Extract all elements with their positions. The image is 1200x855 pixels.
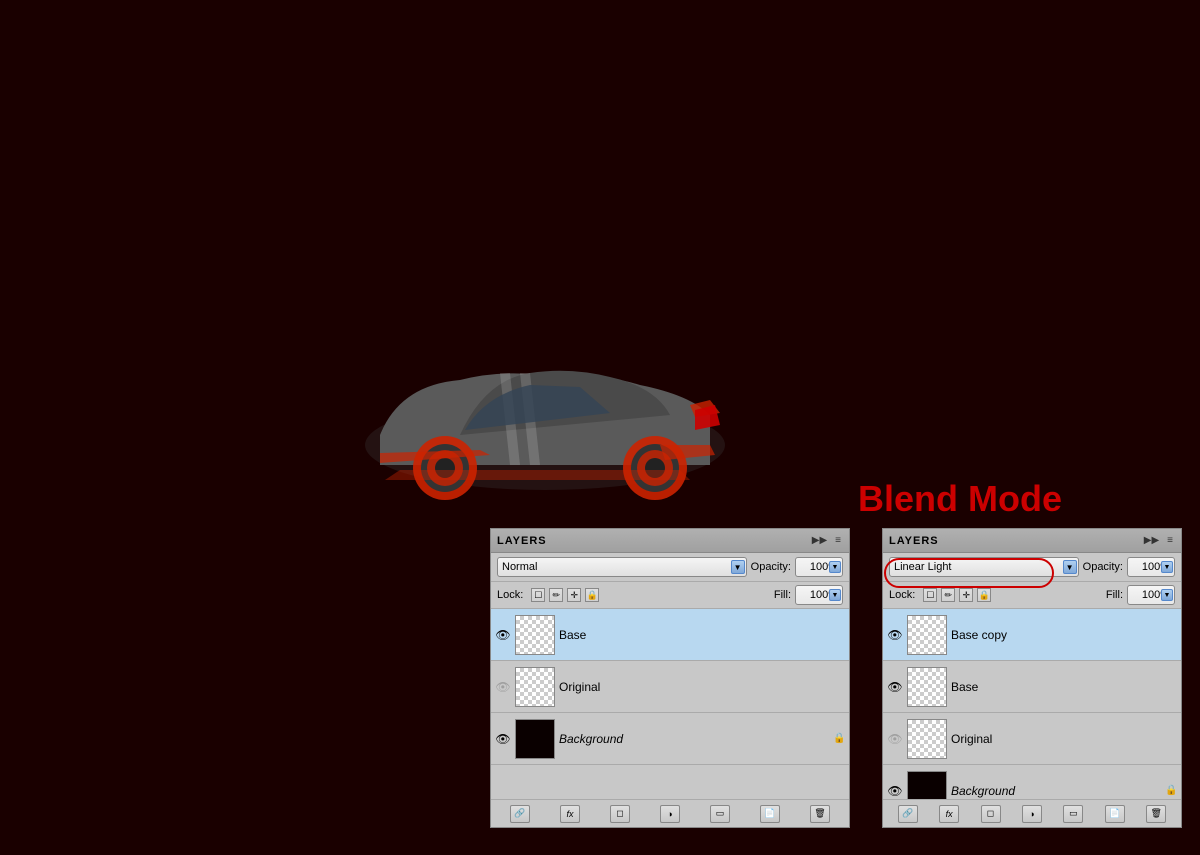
left-layer-original-name: Original [559, 680, 845, 694]
left-lock-all[interactable]: 🔒 [585, 588, 599, 602]
right-layer-original-eye[interactable]: 👁 [887, 731, 903, 747]
right-panel-header: LAYERS ▶▶ ≡ [883, 529, 1181, 553]
left-lock-move[interactable]: ✛ [567, 588, 581, 602]
right-layer-base-copy[interactable]: 👁 Base copy [883, 609, 1181, 661]
left-opacity-wrapper[interactable]: ▼ [795, 557, 843, 577]
right-fill-wrapper[interactable]: ▼ [1127, 585, 1175, 605]
left-toolbar-mask[interactable]: ◻ [610, 805, 630, 823]
left-toolbar-fx[interactable]: fx [560, 805, 580, 823]
left-toolbar-link[interactable]: 🔗 [510, 805, 530, 823]
right-layer-original-thumb [907, 719, 947, 759]
right-lock-all[interactable]: 🔒 [977, 588, 991, 602]
right-lock-transparency[interactable]: ☐ [923, 588, 937, 602]
left-layer-background-lock: 🔒 [833, 733, 845, 745]
right-layer-base-eye[interactable]: 👁 [887, 679, 903, 695]
left-layer-background[interactable]: 👁 Background 🔒 [491, 713, 849, 765]
right-panel-menu-btn[interactable]: ≡ [1165, 535, 1175, 546]
left-toolbar-adjustment[interactable]: ◑ [660, 805, 680, 823]
right-fill-label: Fill: [1106, 589, 1123, 601]
left-opacity-label: Opacity: [751, 561, 791, 573]
left-panel-header-controls: ▶▶ ≡ [810, 535, 843, 546]
left-toolbar-new[interactable]: 📄 [760, 805, 780, 823]
left-lock-row: Lock: ☐ ✏ ✛ 🔒 Fill: ▼ [491, 582, 849, 609]
right-toolbar-mask[interactable]: ◻ [981, 805, 1001, 823]
right-toolbar-link[interactable]: 🔗 [898, 805, 918, 823]
right-layers-list: 👁 Base copy 👁 Base 👁 Origina [883, 609, 1181, 817]
car-image [300, 305, 790, 515]
right-layer-base-thumb [907, 667, 947, 707]
right-lock-paint[interactable]: ✏ [941, 588, 955, 602]
left-blend-row: Normal Multiply Screen Overlay Linear Li… [491, 553, 849, 582]
left-panel-toolbar: 🔗 fx ◻ ◑ ▭ 📄 🗑 [491, 799, 849, 827]
right-panel-expand-btn[interactable]: ▶▶ [1142, 535, 1161, 546]
right-fill-input[interactable] [1127, 585, 1175, 605]
right-opacity-label: Opacity: [1083, 561, 1123, 573]
right-layer-background-name: Background [951, 784, 1161, 798]
right-opacity-wrapper[interactable]: ▼ [1127, 557, 1175, 577]
left-layer-background-thumb [515, 719, 555, 759]
left-blend-mode-select[interactable]: Normal Multiply Screen Overlay Linear Li… [497, 557, 747, 577]
right-opacity-input[interactable] [1127, 557, 1175, 577]
right-toolbar-fx[interactable]: fx [939, 805, 959, 823]
left-panel-header: LAYERS ▶▶ ≡ [491, 529, 849, 553]
right-layer-base-copy-thumb [907, 615, 947, 655]
right-toolbar-adjustment[interactable]: ◑ [1022, 805, 1042, 823]
right-layer-base-copy-name: Base copy [951, 628, 1177, 642]
left-panel-title: LAYERS [497, 535, 547, 547]
right-layer-original-name: Original [951, 732, 1177, 746]
left-layer-original-thumb [515, 667, 555, 707]
left-layer-base-thumb [515, 615, 555, 655]
left-lock-label: Lock: [497, 589, 523, 601]
left-panel-menu-btn[interactable]: ≡ [833, 535, 843, 546]
left-layers-panel: LAYERS ▶▶ ≡ Normal Multiply Screen Overl… [490, 528, 850, 828]
left-layer-original-eye[interactable]: 👁 [495, 679, 511, 695]
left-toolbar-delete[interactable]: 🗑 [810, 805, 830, 823]
right-lock-label: Lock: [889, 589, 915, 601]
right-layer-background-lock: 🔒 [1165, 785, 1177, 797]
left-fill-wrapper[interactable]: ▼ [795, 585, 843, 605]
right-toolbar-delete[interactable]: 🗑 [1146, 805, 1166, 823]
right-lock-move[interactable]: ✛ [959, 588, 973, 602]
right-panel-header-controls: ▶▶ ≡ [1142, 535, 1175, 546]
right-layers-panel: LAYERS ▶▶ ≡ Normal Multiply Screen Overl… [882, 528, 1182, 828]
right-layer-background-eye[interactable]: 👁 [887, 783, 903, 799]
left-fill-input[interactable] [795, 585, 843, 605]
left-fill-label: Fill: [774, 589, 791, 601]
left-layer-background-eye[interactable]: 👁 [495, 731, 511, 747]
right-layer-base-copy-eye[interactable]: 👁 [887, 627, 903, 643]
right-panel-title: LAYERS [889, 535, 939, 547]
left-layer-base[interactable]: 👁 Base [491, 609, 849, 661]
left-panel-expand-btn[interactable]: ▶▶ [810, 535, 829, 546]
right-blend-select-wrapper[interactable]: Normal Multiply Screen Overlay Linear Li… [889, 557, 1079, 577]
right-lock-row: Lock: ☐ ✏ ✛ 🔒 Fill: ▼ [883, 582, 1181, 609]
left-blend-select-wrapper[interactable]: Normal Multiply Screen Overlay Linear Li… [497, 557, 747, 577]
right-blend-row: Normal Multiply Screen Overlay Linear Li… [883, 553, 1181, 582]
right-toolbar-folder[interactable]: ▭ [1063, 805, 1083, 823]
right-layer-base-name: Base [951, 680, 1177, 694]
left-layers-list: 👁 Base 👁 Original 👁 Backgrou [491, 609, 849, 765]
left-lock-transparency[interactable]: ☐ [531, 588, 545, 602]
left-opacity-input[interactable] [795, 557, 843, 577]
left-layer-base-eye[interactable]: 👁 [495, 627, 511, 643]
left-lock-paint[interactable]: ✏ [549, 588, 563, 602]
right-blend-mode-select[interactable]: Normal Multiply Screen Overlay Linear Li… [889, 557, 1079, 577]
left-layer-background-name: Background [559, 732, 829, 746]
left-layer-base-name: Base [559, 628, 845, 642]
right-panel-toolbar: 🔗 fx ◻ ◑ ▭ 📄 🗑 [883, 799, 1181, 827]
blend-mode-label: Blend Mode [858, 478, 1062, 520]
left-toolbar-folder[interactable]: ▭ [710, 805, 730, 823]
left-layer-original[interactable]: 👁 Original [491, 661, 849, 713]
right-toolbar-new[interactable]: 📄 [1105, 805, 1125, 823]
right-layer-base[interactable]: 👁 Base [883, 661, 1181, 713]
canvas-area: Blend Mode LAYERS ▶▶ ≡ Normal Multiply S… [0, 0, 1200, 855]
right-layer-original[interactable]: 👁 Original [883, 713, 1181, 765]
